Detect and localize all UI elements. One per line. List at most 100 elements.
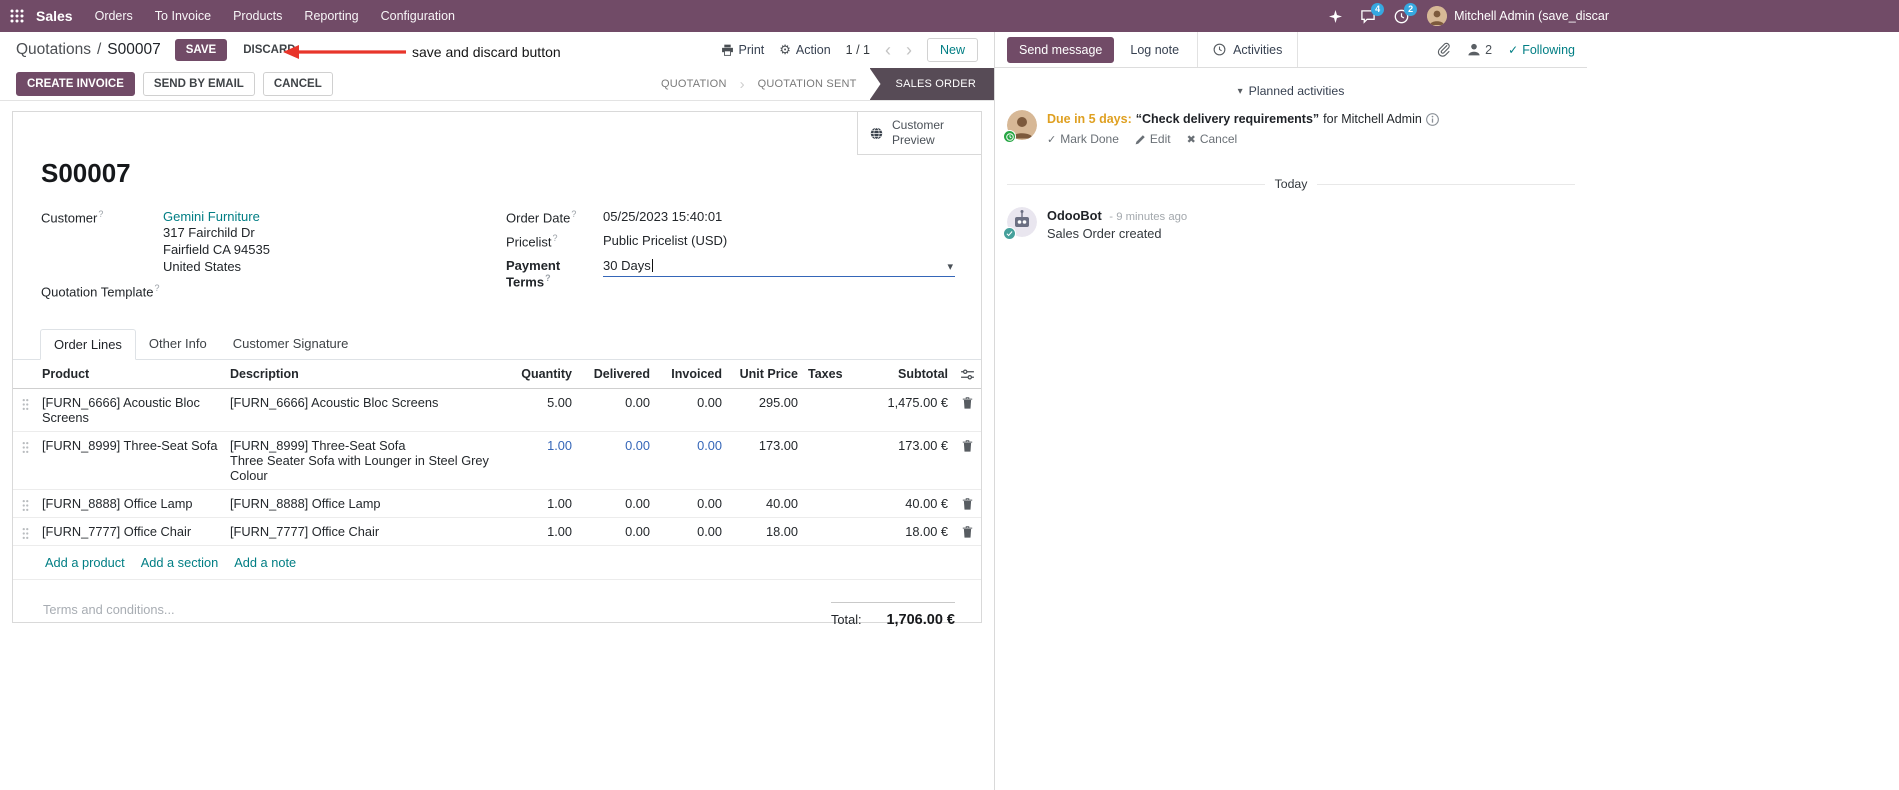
message-author[interactable]: OdooBot (1047, 208, 1102, 223)
print-button[interactable]: Print (721, 43, 764, 57)
cell-description[interactable]: [FURN_6666] Acoustic Bloc Screens (225, 389, 507, 416)
app-name[interactable]: Sales (36, 8, 73, 24)
delete-line-icon[interactable] (953, 432, 981, 452)
edit-activity-button[interactable]: Edit (1135, 132, 1171, 146)
cell-product[interactable]: [FURN_8888] Office Lamp (37, 490, 225, 517)
cell-unit-price[interactable]: 40.00 (727, 490, 803, 517)
cell-delivered[interactable]: 0.00 (577, 518, 655, 545)
cell-taxes[interactable] (803, 518, 853, 530)
pager-next-icon[interactable]: › (906, 41, 912, 59)
cell-unit-price[interactable]: 18.00 (727, 518, 803, 545)
delete-line-icon[interactable] (953, 518, 981, 538)
user-menu[interactable]: Mitchell Admin (save_discar (1427, 6, 1609, 26)
help-marker: ? (98, 209, 104, 219)
delete-line-icon[interactable] (953, 490, 981, 510)
cell-unit-price[interactable]: 295.00 (727, 389, 803, 416)
tab-customer-signature[interactable]: Customer Signature (220, 329, 362, 360)
order-line-row[interactable]: [FURN_7777] Office Chair [FURN_7777] Off… (13, 518, 981, 546)
mark-done-button[interactable]: ✓ Mark Done (1047, 132, 1119, 146)
caret-down-icon[interactable]: ▾ (947, 260, 953, 273)
order-line-row[interactable]: [FURN_6666] Acoustic Bloc Screens [FURN_… (13, 389, 981, 432)
help-marker: ? (552, 233, 558, 244)
activities-tab-label: Activities (1233, 42, 1283, 57)
tab-other-info[interactable]: Other Info (136, 329, 220, 360)
cell-description[interactable]: [FURN_8888] Office Lamp (225, 490, 507, 517)
cell-product[interactable]: [FURN_7777] Office Chair (37, 518, 225, 545)
cell-taxes[interactable] (803, 432, 853, 444)
attachments-button[interactable] (1437, 42, 1451, 57)
total-box: Total: 1,706.00 € (831, 601, 955, 628)
order-date-field[interactable]: 05/25/2023 15:40:01 (603, 209, 722, 224)
following-button[interactable]: ✓ Following (1508, 43, 1575, 57)
cancel-order-button[interactable]: CANCEL (262, 72, 333, 96)
following-label: Following (1522, 42, 1575, 57)
cell-quantity[interactable]: 1.00 (507, 432, 577, 459)
send-by-email-button[interactable]: SEND BY EMAIL (142, 72, 255, 96)
cell-delivered[interactable]: 0.00 (577, 490, 655, 517)
apps-menu-icon[interactable] (10, 9, 24, 23)
followers-button[interactable]: 2 (1467, 43, 1492, 57)
activities-clock-icon[interactable]: 2 (1394, 2, 1418, 24)
planned-activities-header[interactable]: ▾ Planned activities (1007, 84, 1575, 98)
activity-item: Due in 5 days: “Check delivery requireme… (1003, 110, 1575, 146)
drag-handle-icon[interactable] (13, 490, 37, 512)
cell-taxes[interactable] (803, 389, 853, 401)
cell-description[interactable]: [FURN_8999] Three-Seat Sofa Three Seater … (225, 432, 507, 489)
cell-description[interactable]: [FURN_7777] Office Chair (225, 518, 507, 545)
breadcrumb-current: S00007 (107, 41, 161, 58)
delete-line-icon[interactable] (953, 389, 981, 409)
cell-product[interactable]: [FURN_8999] Three-Seat Sofa (37, 432, 225, 459)
menu-products[interactable]: Products (233, 9, 282, 23)
drag-handle-icon[interactable] (13, 432, 37, 454)
menu-configuration[interactable]: Configuration (381, 9, 455, 23)
status-sales-order[interactable]: SALES ORDER (869, 68, 994, 100)
cell-unit-price[interactable]: 173.00 (727, 432, 803, 459)
cancel-activity-button[interactable]: ✖ Cancel (1187, 132, 1238, 146)
menu-reporting[interactable]: Reporting (304, 9, 358, 23)
cell-invoiced[interactable]: 0.00 (655, 432, 727, 459)
activities-tab[interactable]: Activities (1197, 32, 1299, 67)
cell-taxes[interactable] (803, 490, 853, 502)
cell-product[interactable]: [FURN_6666] Acoustic Bloc Screens (37, 389, 225, 431)
create-invoice-button[interactable]: CREATE INVOICE (16, 72, 135, 96)
cell-quantity[interactable]: 1.00 (507, 490, 577, 517)
cell-invoiced[interactable]: 0.00 (655, 518, 727, 545)
menu-orders[interactable]: Orders (95, 9, 133, 23)
terms-placeholder[interactable]: Terms and conditions... (43, 602, 175, 628)
sparkle-icon[interactable] (1329, 9, 1343, 23)
order-line-row[interactable]: [FURN_8888] Office Lamp [FURN_8888] Offi… (13, 490, 981, 518)
send-message-button[interactable]: Send message (1007, 36, 1115, 63)
customer-preview-button[interactable]: Customer Preview (857, 112, 981, 155)
new-button[interactable]: New (926, 38, 978, 62)
action-button[interactable]: ⚙ Action (779, 42, 830, 58)
cell-quantity[interactable]: 5.00 (507, 389, 577, 416)
status-quotation-sent[interactable]: QUOTATION SENT (745, 68, 870, 100)
menu-to-invoice[interactable]: To Invoice (155, 9, 211, 23)
messages-icon[interactable]: 4 (1360, 2, 1385, 24)
pricelist-field[interactable]: Public Pricelist (USD) (603, 233, 727, 248)
drag-handle-icon[interactable] (13, 518, 37, 540)
info-icon[interactable] (1425, 112, 1439, 126)
order-line-row[interactable]: [FURN_8999] Three-Seat Sofa [FURN_8999] … (13, 432, 981, 490)
add-section-link[interactable]: Add a section (141, 555, 219, 570)
cell-invoiced[interactable]: 0.00 (655, 490, 727, 517)
breadcrumb-quotations[interactable]: Quotations (16, 41, 91, 59)
cell-invoiced[interactable]: 0.00 (655, 389, 727, 416)
cell-delivered[interactable]: 0.00 (577, 389, 655, 416)
pager-previous-icon[interactable]: ‹ (885, 41, 891, 59)
payment-terms-value: 30 Days (603, 257, 651, 273)
log-note-button[interactable]: Log note (1130, 43, 1179, 57)
sheet: Customer Preview S00007 Customer? Gemini… (12, 111, 982, 628)
payment-terms-field[interactable]: 30 Days ▾ (603, 258, 955, 277)
cell-subtotal: 173.00 € (898, 437, 948, 453)
cell-quantity[interactable]: 1.00 (507, 518, 577, 545)
tab-order-lines[interactable]: Order Lines (40, 328, 136, 360)
add-product-link[interactable]: Add a product (45, 555, 125, 570)
add-note-link[interactable]: Add a note (234, 555, 296, 570)
save-button[interactable]: SAVE (174, 39, 228, 61)
status-quotation[interactable]: QUOTATION (648, 68, 740, 100)
customer-link[interactable]: Gemini Furniture (163, 209, 260, 224)
optional-columns-icon[interactable] (953, 360, 981, 380)
cell-delivered[interactable]: 0.00 (577, 432, 655, 459)
drag-handle-icon[interactable] (13, 389, 37, 411)
